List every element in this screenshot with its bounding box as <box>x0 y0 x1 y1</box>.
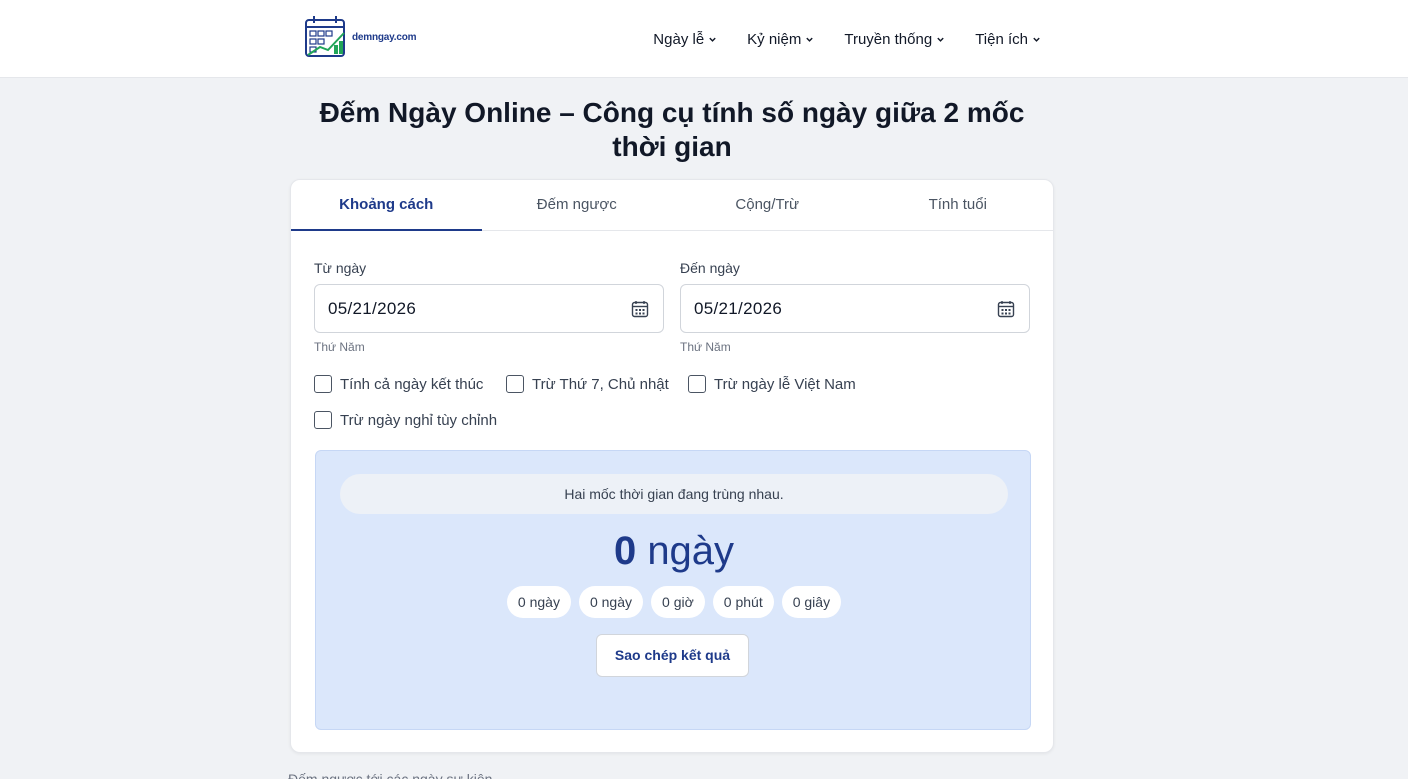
to-date-value: 05/21/2026 <box>694 299 783 318</box>
main-nav: Ngày lễ Kỷ niệm Truyền thống Tiện ích <box>653 0 1041 78</box>
calendar-chart-logo-icon <box>305 16 345 57</box>
logo-text: demngay.com <box>352 31 417 43</box>
breakdown-pill: 0 phút <box>712 586 774 618</box>
tab-khoang-cach[interactable]: Khoảng cách <box>291 180 482 231</box>
result-total: 0 ngày <box>316 529 1032 574</box>
nav-label: Kỷ niệm <box>747 30 802 48</box>
breakdown-pill: 0 ngày <box>506 586 571 618</box>
result-total-unit: ngày <box>647 529 735 573</box>
breakdown-pill: 0 giây <box>781 586 842 618</box>
option-exclude-holidays[interactable]: Trừ ngày lễ Việt Nam <box>688 375 856 393</box>
option-label: Tính cả ngày kết thúc <box>340 375 484 393</box>
tab-tinh-tuoi[interactable]: Tính tuổi <box>863 180 1054 230</box>
nav-ngay-le[interactable]: Ngày lễ <box>653 31 717 48</box>
tab-cong-tru[interactable]: Cộng/Trừ <box>672 180 863 230</box>
top-navbar: demngay.com Ngày lễ Kỷ niệm Truyền thống… <box>0 0 1408 78</box>
to-date-input[interactable]: 05/21/2026 <box>680 284 1030 333</box>
option-exclude-weekends[interactable]: Trừ Thứ 7, Chủ nhật <box>506 375 669 393</box>
from-date-value: 05/21/2026 <box>328 299 417 318</box>
option-exclude-custom-days[interactable]: Trừ ngày nghỉ tùy chỉnh <box>314 411 497 429</box>
chevron-down-icon <box>806 37 814 42</box>
nav-label: Ngày lễ <box>653 30 705 48</box>
option-include-end-day[interactable]: Tính cả ngày kết thúc <box>314 375 483 393</box>
tab-dem-nguoc[interactable]: Đếm ngược <box>482 180 673 230</box>
from-weekday: Thứ Năm <box>314 340 365 354</box>
result-breakdown: 0 ngày 0 ngày 0 giờ 0 phút 0 giây <box>316 586 1032 618</box>
checkbox[interactable] <box>506 375 524 393</box>
from-date-label: Từ ngày <box>314 260 367 276</box>
result-total-number: 0 <box>613 529 637 573</box>
breakdown-pill: 0 giờ <box>651 586 705 618</box>
checkbox[interactable] <box>314 411 332 429</box>
nav-label: Tiện ích <box>975 30 1028 48</box>
to-date-label: Đến ngày <box>680 260 740 276</box>
calendar-icon[interactable] <box>997 300 1015 318</box>
tab-bar: Khoảng cách Đếm ngược Cộng/Trừ Tính tuổi <box>291 180 1053 231</box>
nav-truyen-thong[interactable]: Truyền thống <box>844 31 945 48</box>
chevron-down-icon <box>937 37 944 42</box>
calendar-icon[interactable] <box>631 300 649 318</box>
option-label: Trừ ngày nghỉ tùy chỉnh <box>340 411 498 429</box>
copy-result-button[interactable]: Sao chép kết quả <box>596 634 749 677</box>
chevron-down-icon <box>1033 37 1040 42</box>
chevron-down-icon <box>709 37 716 42</box>
checkbox[interactable] <box>314 375 332 393</box>
result-notice: Hai mốc thời gian đang trùng nhau. <box>340 474 1008 514</box>
site-logo[interactable]: demngay.com <box>304 15 417 59</box>
section-text: Đếm ngược tới các ngày sự kiện <box>288 771 493 779</box>
result-panel: Hai mốc thời gian đang trùng nhau. 0 ngà… <box>315 450 1031 730</box>
page-title: Đếm Ngày Online – Công cụ tính số ngày g… <box>319 97 1025 162</box>
calculator-card: Khoảng cách Đếm ngược Cộng/Trừ Tính tuổi… <box>290 179 1054 753</box>
breakdown-pill: 0 ngày <box>578 586 644 618</box>
to-weekday: Thứ Năm <box>680 340 731 354</box>
option-label: Trừ ngày lễ Việt Nam <box>714 375 856 393</box>
nav-ky-niem[interactable]: Kỷ niệm <box>747 31 814 48</box>
nav-tien-ich[interactable]: Tiện ích <box>975 31 1041 48</box>
checkbox[interactable] <box>688 375 706 393</box>
nav-label: Truyền thống <box>844 30 933 48</box>
option-label: Trừ Thứ 7, Chủ nhật <box>532 375 669 393</box>
from-date-input[interactable]: 05/21/2026 <box>314 284 664 333</box>
